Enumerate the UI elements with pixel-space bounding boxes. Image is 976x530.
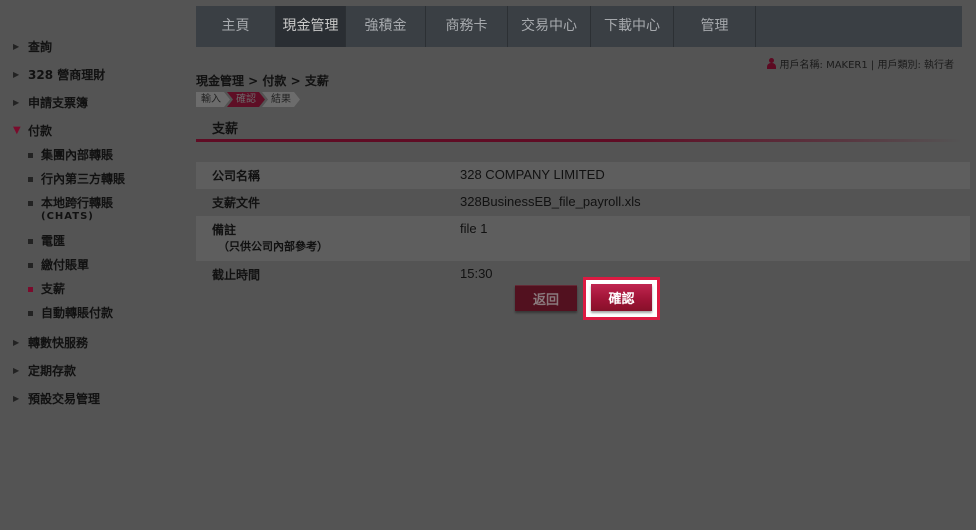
submenu-item-local-interbank-transfer[interactable]: 本地跨行轉賬 (CHATS) xyxy=(0,191,190,229)
sidebar-item-label: 查詢 xyxy=(28,40,53,54)
bullet-square-icon xyxy=(28,311,33,316)
sidebar-item-preset-transactions[interactable]: ▶ 預設交易管理 xyxy=(0,385,190,413)
submenu-item-label: 繳付賬單 xyxy=(41,258,90,272)
triangle-right-icon: ▶ xyxy=(13,394,20,403)
sidebar-item-328-business[interactable]: ▶ 328 營商理財 xyxy=(0,61,190,89)
triangle-down-icon: ▼ xyxy=(13,125,21,136)
bullet-square-icon xyxy=(28,201,33,206)
row-value: 328BusinessEB_file_payroll.xls xyxy=(460,194,641,209)
submenu-item-label: 行內第三方轉賬 xyxy=(41,172,126,186)
submenu-item-label: 支薪 xyxy=(41,282,66,296)
back-button[interactable]: 返回 xyxy=(515,285,577,311)
tab-mpf[interactable]: 強積金 xyxy=(346,6,426,47)
row-value: 15:30 xyxy=(460,266,493,281)
tab-business-card[interactable]: 商務卡 xyxy=(426,6,508,47)
submenu-item-label: 電匯 xyxy=(41,234,66,248)
triangle-right-icon: ▶ xyxy=(13,338,20,347)
bullet-square-icon xyxy=(28,287,33,292)
submenu-item-third-party-transfer[interactable]: 行內第三方轉賬 xyxy=(0,167,190,191)
submenu-item-sublabel: (CHATS) xyxy=(41,211,94,222)
triangle-right-icon: ▶ xyxy=(13,42,20,51)
sidebar-item-time-deposit[interactable]: ▶ 定期存款 xyxy=(0,357,190,385)
progress-steps: 輸入 確認 結果 xyxy=(196,92,297,107)
submenu-item-intra-group-transfer[interactable]: 集團內部轉賬 xyxy=(0,143,190,167)
sidebar-item-label: 328 營商理財 xyxy=(28,68,106,82)
submenu-item-autopay[interactable]: 自動轉賬付款 xyxy=(0,301,190,325)
row-label: 支薪文件 xyxy=(212,196,261,210)
top-navigation: 主頁 現金管理 強積金 商務卡 交易中心 下載中心 管理 xyxy=(196,6,962,47)
bullet-square-icon xyxy=(28,153,33,158)
sidebar-item-payment[interactable]: ▼ 付款 xyxy=(0,117,190,145)
tab-transaction-centre[interactable]: 交易中心 xyxy=(508,6,591,47)
submenu-item-label: 集團內部轉賬 xyxy=(41,148,114,162)
sidebar-item-fps[interactable]: ▶ 轉數快服務 xyxy=(0,329,190,357)
tab-home[interactable]: 主頁 xyxy=(196,6,276,47)
submenu-item-label: 本地跨行轉賬 xyxy=(41,196,114,210)
tab-download-centre[interactable]: 下載中心 xyxy=(591,6,674,47)
triangle-right-icon: ▶ xyxy=(13,70,20,79)
row-label-cell: 備註 （只供公司內部參考） xyxy=(196,216,444,261)
sidebar-item-label: 轉數快服務 xyxy=(28,336,89,350)
step-result: 結果 xyxy=(262,92,300,107)
payroll-details-table: 公司名稱 328 COMPANY LIMITED 支薪文件 328Busines… xyxy=(196,162,970,288)
step-confirm: 確認 xyxy=(227,92,265,107)
row-value: 328 COMPANY LIMITED xyxy=(460,167,605,182)
row-label: 截止時間 xyxy=(212,268,261,282)
sidebar: ▶ 查詢 ▶ 328 營商理財 ▶ 申請支票簿 ▼ 付款 集團內部轉賬 行內第三… xyxy=(0,30,190,413)
user-info: 用戶名稱: MAKER1 | 用戶類別: 執行者 xyxy=(766,56,954,71)
sidebar-item-inquiry[interactable]: ▶ 查詢 xyxy=(0,33,190,61)
row-label: 公司名稱 xyxy=(212,169,261,183)
page-title: 支薪 xyxy=(212,122,239,137)
sidebar-item-label: 付款 xyxy=(28,124,53,138)
submenu-item-label: 自動轉賬付款 xyxy=(41,306,114,320)
submenu-item-bill-payment[interactable]: 繳付賬單 xyxy=(0,253,190,277)
breadcrumb: 現金管理 > 付款 > 支薪 xyxy=(196,74,329,88)
table-row: 支薪文件 328BusinessEB_file_payroll.xls xyxy=(196,189,970,216)
table-row: 備註 （只供公司內部參考） file 1 xyxy=(196,216,970,261)
title-divider xyxy=(196,139,962,142)
submenu-item-payroll[interactable]: 支薪 xyxy=(0,277,190,301)
bullet-square-icon xyxy=(28,177,33,182)
tab-cash-management[interactable]: 現金管理 xyxy=(276,6,346,47)
user-info-text: 用戶名稱: MAKER1 | 用戶類別: 執行者 xyxy=(779,60,954,71)
bullet-square-icon xyxy=(28,263,33,268)
sidebar-item-label: 定期存款 xyxy=(28,364,77,378)
user-icon xyxy=(766,58,776,69)
sidebar-item-label: 預設交易管理 xyxy=(28,392,101,406)
triangle-right-icon: ▶ xyxy=(13,366,20,375)
row-value: file 1 xyxy=(460,221,488,236)
sidebar-item-chequebook[interactable]: ▶ 申請支票簿 xyxy=(0,89,190,117)
confirm-button-highlight: 確認 xyxy=(583,277,660,320)
sidebar-item-label: 申請支票簿 xyxy=(28,96,89,110)
confirm-button[interactable]: 確認 xyxy=(591,284,652,311)
payment-submenu: 集團內部轉賬 行內第三方轉賬 本地跨行轉賬 (CHATS) 電匯 繳付賬單 支薪… xyxy=(0,143,190,325)
row-label: 備註 xyxy=(212,223,237,237)
tab-administration[interactable]: 管理 xyxy=(674,6,756,47)
triangle-right-icon: ▶ xyxy=(13,98,20,107)
table-row: 公司名稱 328 COMPANY LIMITED xyxy=(196,162,970,189)
submenu-item-telegraphic-transfer[interactable]: 電匯 xyxy=(0,229,190,253)
step-input: 輸入 xyxy=(196,92,230,107)
bullet-square-icon xyxy=(28,239,33,244)
row-sublabel: （只供公司內部參考） xyxy=(218,240,328,253)
